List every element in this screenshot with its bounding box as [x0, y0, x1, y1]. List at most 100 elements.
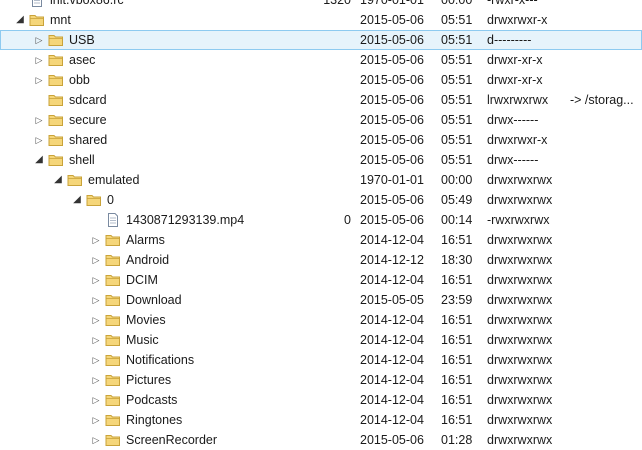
folder-row[interactable]: ▷ shared 2015-05-06 05:51 drwxrwxr-x: [0, 130, 642, 150]
file-name: Movies: [126, 313, 166, 327]
file-date: 2015-05-06: [360, 133, 424, 147]
folder-row[interactable]: ▷ ScreenRecorder 2015-05-06 01:28 drwxrw…: [0, 430, 642, 450]
chevron-collapsed-icon[interactable]: ▷: [91, 350, 101, 370]
chevron-collapsed-icon[interactable]: ▷: [34, 30, 44, 50]
file-name: sdcard: [69, 93, 107, 107]
file-name: shell: [69, 153, 95, 167]
folder-icon: [105, 293, 121, 307]
folder-icon: [105, 393, 121, 407]
folder-icon: [105, 413, 121, 427]
chevron-collapsed-icon[interactable]: ▷: [34, 110, 44, 130]
chevron-collapsed-icon[interactable]: ▷: [91, 310, 101, 330]
folder-icon: [86, 193, 102, 207]
file-permissions: drwxr-xr-x: [487, 73, 543, 87]
file-permissions: drwxrwxr-x: [487, 13, 548, 27]
file-name: secure: [69, 113, 107, 127]
file-time: 16:51: [441, 373, 473, 387]
file-name: Ringtones: [126, 413, 183, 427]
folder-icon: [48, 73, 64, 87]
file-name: DCIM: [126, 273, 158, 287]
folder-row[interactable]: ▷ Ringtones 2014-12-04 16:51 drwxrwxrwx: [0, 410, 642, 430]
file-time: 16:51: [441, 233, 473, 247]
folder-icon: [29, 13, 45, 27]
file-date: 2014-12-04: [360, 393, 424, 407]
file-name: Music: [126, 333, 159, 347]
chevron-expanded-icon[interactable]: ◢: [34, 150, 44, 170]
file-permissions: drwxrwxrwx: [487, 313, 553, 327]
folder-icon: [48, 53, 64, 67]
file-time: 16:51: [441, 393, 473, 407]
chevron-collapsed-icon[interactable]: ▷: [91, 410, 101, 430]
file-date: 1970-01-01: [360, 0, 424, 7]
file-time: 01:28: [441, 433, 473, 447]
folder-row[interactable]: ◢ shell 2015-05-06 05:51 drwx------: [0, 150, 642, 170]
chevron-collapsed-icon[interactable]: ▷: [91, 430, 101, 450]
folder-row[interactable]: ▷ Pictures 2014-12-04 16:51 drwxrwxrwx: [0, 370, 642, 390]
file-time: 16:51: [441, 353, 473, 367]
file-permissions: drwxrwxrwx: [487, 273, 553, 287]
file-date: 2015-05-06: [360, 13, 424, 27]
file-name: Download: [126, 293, 182, 307]
folder-row[interactable]: ◢ 0 2015-05-06 05:49 drwxrwxrwx: [0, 190, 642, 210]
folder-row[interactable]: ▷ Download 2015-05-05 23:59 drwxrwxrwx: [0, 290, 642, 310]
file-time: 05:51: [441, 73, 473, 87]
file-permissions: drwx------: [487, 153, 539, 167]
folder-row[interactable]: ▷ Alarms 2014-12-04 16:51 drwxrwxrwx: [0, 230, 642, 250]
file-date: 2015-05-05: [360, 293, 424, 307]
file-permissions: drwxrwxr-x: [487, 133, 548, 147]
file-permissions: drwxrwxrwx: [487, 293, 553, 307]
chevron-collapsed-icon[interactable]: ▷: [91, 390, 101, 410]
file-permissions: drwxr-xr-x: [487, 53, 543, 67]
folder-icon: [48, 93, 64, 107]
chevron-collapsed-icon[interactable]: ▷: [34, 70, 44, 90]
file-name: emulated: [88, 173, 140, 187]
file-time: 05:51: [441, 93, 473, 107]
chevron-expanded-icon[interactable]: ◢: [53, 170, 63, 190]
folder-row[interactable]: ▷ obb 2015-05-06 05:51 drwxr-xr-x: [0, 70, 642, 90]
file-permissions: drwxrwxrwx: [487, 173, 553, 187]
file-name: Alarms: [126, 233, 165, 247]
folder-row[interactable]: ▷ USB 2015-05-06 05:51 d---------: [0, 30, 642, 50]
file-row[interactable]: init.vbox86.rc 1320 1970-01-01 00:00 -rw…: [0, 0, 642, 10]
chevron-collapsed-icon[interactable]: ▷: [91, 230, 101, 250]
folder-row[interactable]: ◢ emulated 1970-01-01 00:00 drwxrwxrwx: [0, 170, 642, 190]
file-permissions: -rwxr-x---: [487, 0, 538, 7]
folder-row[interactable]: ▷ secure 2015-05-06 05:51 drwx------: [0, 110, 642, 130]
file-time: 23:59: [441, 293, 473, 307]
file-time: 00:00: [441, 0, 473, 7]
chevron-collapsed-icon[interactable]: ▷: [91, 290, 101, 310]
folder-row[interactable]: ▷ Movies 2014-12-04 16:51 drwxrwxrwx: [0, 310, 642, 330]
file-time: 05:51: [441, 13, 473, 27]
folder-row[interactable]: ▷ Music 2014-12-04 16:51 drwxrwxrwx: [0, 330, 642, 350]
folder-row[interactable]: ▷ Podcasts 2014-12-04 16:51 drwxrwxrwx: [0, 390, 642, 410]
file-date: 2014-12-12: [360, 253, 424, 267]
file-permissions: drwxrwxrwx: [487, 433, 553, 447]
chevron-expanded-icon[interactable]: ◢: [15, 10, 25, 30]
folder-icon: [105, 253, 121, 267]
chevron-collapsed-icon[interactable]: ▷: [34, 130, 44, 150]
file-permissions: drwxrwxrwx: [487, 413, 553, 427]
file-permissions: drwxrwxrwx: [487, 393, 553, 407]
folder-row[interactable]: ▷ Android 2014-12-12 18:30 drwxrwxrwx: [0, 250, 642, 270]
folder-row[interactable]: ◢ mnt 2015-05-06 05:51 drwxrwxr-x: [0, 10, 642, 30]
folder-icon: [105, 433, 121, 447]
folder-row[interactable]: ▷ asec 2015-05-06 05:51 drwxr-xr-x: [0, 50, 642, 70]
file-date: 2015-05-06: [360, 213, 424, 227]
file-row[interactable]: 1430871293139.mp4 0 2015-05-06 00:14 -rw…: [0, 210, 642, 230]
file-name: ScreenRecorder: [126, 433, 218, 447]
file-permissions: -rwxrwxrwx: [487, 213, 550, 227]
file-icon: [29, 0, 45, 7]
chevron-collapsed-icon[interactable]: ▷: [91, 330, 101, 350]
folder-row[interactable]: ▷ DCIM 2014-12-04 16:51 drwxrwxrwx: [0, 270, 642, 290]
chevron-collapsed-icon[interactable]: ▷: [34, 50, 44, 70]
folder-row[interactable]: ▷ Notifications 2014-12-04 16:51 drwxrwx…: [0, 350, 642, 370]
chevron-collapsed-icon[interactable]: ▷: [91, 250, 101, 270]
file-name: Notifications: [126, 353, 195, 367]
file-permissions: drwxrwxrwx: [487, 193, 553, 207]
chevron-collapsed-icon[interactable]: ▷: [91, 270, 101, 290]
chevron-expanded-icon[interactable]: ◢: [72, 190, 82, 210]
folder-icon: [48, 133, 64, 147]
file-time: 00:00: [441, 173, 473, 187]
folder-row[interactable]: sdcard 2015-05-06 05:51 lrwxrwxrwx -> /s…: [0, 90, 642, 110]
chevron-collapsed-icon[interactable]: ▷: [91, 370, 101, 390]
